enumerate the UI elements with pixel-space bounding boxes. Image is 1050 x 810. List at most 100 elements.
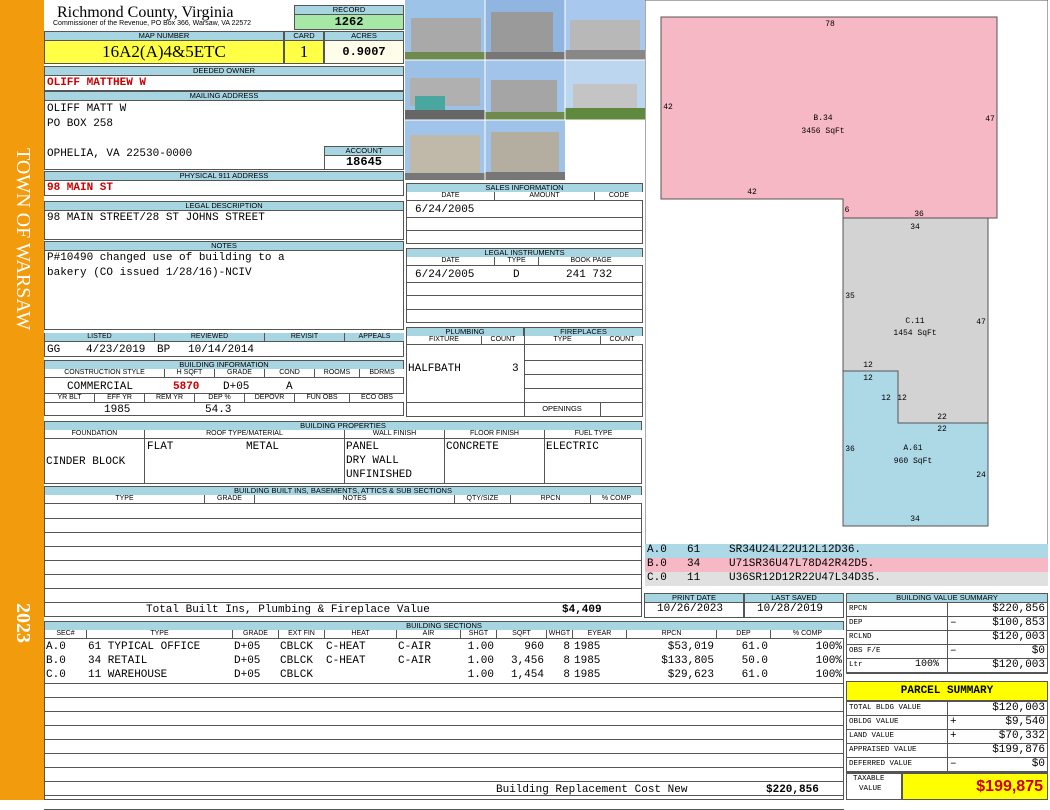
divider <box>44 532 642 533</box>
style-header: CONSTRUCTION STYLE <box>44 369 164 378</box>
instr-date: 6/24/2005 <box>415 269 475 281</box>
dep-header: DEP % <box>194 394 244 403</box>
openings-label: OPENINGS <box>542 404 582 413</box>
ps-label: TOTAL BLDG VALUE <box>849 704 922 712</box>
section-cell-eyear: 1985 <box>574 669 601 681</box>
fixture-header: FIXTURE <box>406 336 481 345</box>
foundation-value: CINDER BLOCK <box>46 456 126 468</box>
section-cell-type: 61 TYPICAL OFFICE <box>88 641 201 653</box>
mail-line-1: OLIFF MATT W <box>47 103 127 115</box>
ps-label: APPRAISED VALUE <box>849 746 917 754</box>
dim-12-c: 12 <box>881 394 891 403</box>
section-cell-air: C-AIR <box>398 641 432 653</box>
taxable-label-1: TAXABLE <box>853 775 885 783</box>
divider <box>524 374 643 375</box>
sales-amount-header: AMOUNT <box>494 192 594 201</box>
parcel-summary-header: PARCEL SUMMARY <box>846 681 1048 701</box>
section-cell-ext: CBLCK <box>280 655 314 667</box>
dim-22-a: 22 <box>937 413 947 422</box>
dim-34-top: 34 <box>910 223 920 232</box>
notes-line-2: bakery (CO issued 1/28/16)-NCIV <box>47 267 252 279</box>
ps-value: $120,003 <box>992 702 1045 714</box>
bi-comp-header: % COMP <box>590 495 642 504</box>
map-number: 16A2(A)4&5ETC <box>44 40 284 64</box>
divider <box>44 725 844 726</box>
divider <box>44 739 844 740</box>
ps-value: $9,540 <box>1005 716 1045 728</box>
section-cell-sec: B.0 <box>46 655 66 667</box>
dim-42-left: 42 <box>663 103 673 112</box>
section-cell-eyear: 1985 <box>574 655 601 667</box>
dim-6: 6 <box>845 206 850 215</box>
dim-47-c: 47 <box>976 318 986 327</box>
divider <box>544 439 545 484</box>
builtins-box <box>44 495 642 617</box>
revisit-header: REVISIT <box>264 333 344 342</box>
divider <box>44 588 642 589</box>
sketch-b-area: 3456 SqFt <box>801 127 844 136</box>
bi-notes-header: NOTES <box>254 495 454 504</box>
dep-percent: 54.3 <box>205 404 232 416</box>
sketch-b-label: B.34 <box>813 114 832 123</box>
props-header: BUILDING PROPERTIES <box>44 421 642 430</box>
section-cell-comp: 100% <box>815 669 842 681</box>
physical-header: PHYSICAL 911 ADDRESS <box>44 171 404 180</box>
roof-material: METAL <box>246 441 280 453</box>
divider <box>406 217 643 218</box>
dim-47-right: 47 <box>985 115 995 124</box>
section-col-header: SHGT <box>460 630 496 639</box>
notes-line-1: P#10490 changed use of building to a <box>47 252 285 264</box>
print-date: 10/26/2023 <box>657 603 724 615</box>
remyr-header: REM YR <box>144 394 194 403</box>
instr-date-header: DATE <box>406 257 494 266</box>
section-cell-air: C-AIR <box>398 655 432 667</box>
divider <box>44 781 844 782</box>
legal-header: LEGAL DESCRIPTION <box>44 201 404 210</box>
vs-label: DEP <box>849 619 863 627</box>
bi-grade-header: GRADE <box>204 495 254 504</box>
dim-22-b: 22 <box>937 425 947 434</box>
divider <box>44 602 642 603</box>
physical-address: 98 MAIN ST <box>47 182 114 194</box>
hsqft-header: H SQFT <box>164 369 214 378</box>
ps-value: $199,876 <box>992 744 1045 756</box>
divider <box>44 683 844 684</box>
section-cell-type: 34 RETAIL <box>88 655 148 667</box>
divider <box>600 402 601 417</box>
vs-label: OBS F/E <box>849 647 881 655</box>
photo-6 <box>565 60 645 120</box>
vector-c-sec: C.0 <box>647 572 667 584</box>
vector-a-code: 61 <box>687 544 701 556</box>
last-saved: 10/28/2019 <box>757 603 824 615</box>
wall-2: DRY WALL <box>346 455 399 467</box>
taxable-value: $199,875 <box>902 773 1048 800</box>
bi-rpcn-header: RPCN <box>510 495 590 504</box>
section-cell-shgt: 1.00 <box>467 669 494 681</box>
foundation-header: FOUNDATION <box>44 430 144 439</box>
fuel-value: ELECTRIC <box>546 441 599 453</box>
photo-8 <box>485 120 565 180</box>
floor-header: FLOOR FINISH <box>444 430 544 439</box>
photo-2 <box>485 0 565 60</box>
section-cell-whgt: 8 <box>563 655 570 667</box>
wall-header: WALL FINISH <box>344 430 444 439</box>
heated-sqft: 5870 <box>173 381 200 393</box>
ps-label: OBLDG VALUE <box>849 718 899 726</box>
ps-value: $70,332 <box>998 730 1045 742</box>
appeals-header: APPEALS <box>344 333 404 342</box>
section-cell-whgt: 8 <box>563 669 570 681</box>
divider <box>406 230 643 231</box>
vs-label: RCLND <box>849 633 872 641</box>
eff-year: 1985 <box>104 404 131 416</box>
vs-value: $120,003 <box>992 631 1045 643</box>
divider <box>44 767 844 768</box>
section-cell-shgt: 1.00 <box>467 655 494 667</box>
fp-count-header: COUNT <box>600 336 643 345</box>
vector-c-path: U36SR12D12R22U47L34D35. <box>729 572 881 584</box>
sale-date: 6/24/2005 <box>415 204 475 216</box>
card-header: CARD <box>284 31 324 40</box>
divider <box>44 560 642 561</box>
listed-header: LISTED <box>44 333 154 342</box>
record-number: 1262 <box>294 14 404 30</box>
builtins-header: BUILDING BUILT INS, BASEMENTS, ATTICS & … <box>44 486 642 495</box>
